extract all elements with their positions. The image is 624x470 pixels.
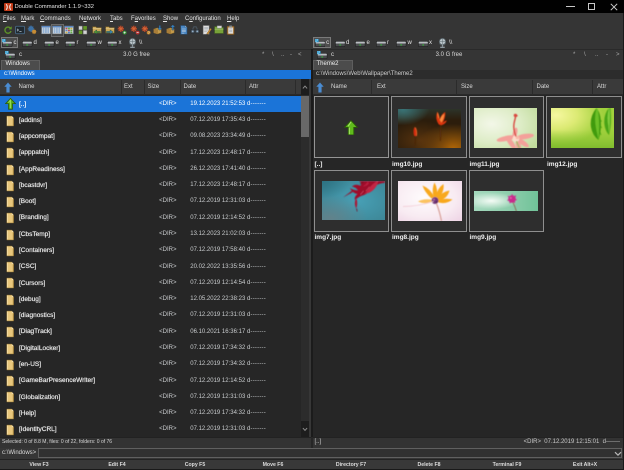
svg-text:?: ? <box>148 31 150 35</box>
